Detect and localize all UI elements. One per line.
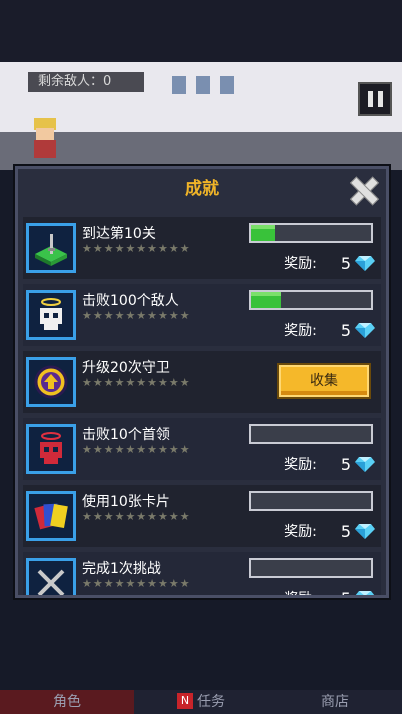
star-rating: ★★★★★★★★★★	[82, 510, 191, 523]
achievement-row: 升级20次守卫 ★★★★★★★★★★ 收集	[23, 351, 381, 413]
reward: 奖励: 5	[284, 588, 375, 595]
level-flag-icon	[26, 223, 76, 273]
achievement-name: 升级20次守卫	[82, 360, 170, 376]
tab-shop[interactable]: 商店	[268, 690, 402, 714]
window-icon	[172, 76, 186, 94]
bottom-tab-bar: 角色 N 任务 商店	[0, 690, 402, 714]
reward: 奖励: 5	[284, 320, 375, 340]
scene-floor	[0, 132, 402, 170]
reward-label: 奖励:	[284, 588, 317, 595]
red-skull-icon	[26, 424, 76, 474]
gem-icon	[355, 457, 375, 472]
dialog-header: 成就	[18, 169, 386, 209]
achievements-dialog: 成就 到达第10关 ★★★★★★★★★★ 奖励: 5 击败100个敌人 ★★★★…	[15, 166, 389, 598]
star-rating: ★★★★★★★★★★	[82, 577, 191, 590]
top-bar	[0, 0, 402, 62]
reward-label: 奖励:	[284, 323, 317, 339]
progress-bar	[249, 223, 373, 243]
reward: 奖励: 5	[284, 454, 375, 474]
gem-icon	[355, 591, 375, 595]
achievement-name: 击败100个敌人	[82, 293, 179, 309]
enemies-left-counter: 剩余敌人：0	[28, 72, 144, 92]
reward-label: 奖励:	[284, 256, 317, 272]
reward-value: 5	[341, 589, 351, 596]
gem-icon	[355, 256, 375, 271]
achievement-name: 完成1次挑战	[82, 561, 161, 577]
reward: 奖励: 5	[284, 253, 375, 273]
cards-icon	[26, 491, 76, 541]
window-icon	[220, 76, 234, 94]
upgrade-arrow-icon	[26, 357, 76, 407]
achievement-row: 使用10张卡片 ★★★★★★★★★★ 奖励: 5	[23, 485, 381, 547]
progress-bar	[249, 558, 373, 578]
reward-value: 5	[340, 253, 351, 273]
close-button[interactable]	[350, 177, 376, 203]
reward-label: 奖励:	[284, 457, 317, 473]
star-rating: ★★★★★★★★★★	[82, 443, 191, 456]
tab-quest[interactable]: N 任务	[134, 690, 268, 714]
achievement-row: 到达第10关 ★★★★★★★★★★ 奖励: 5	[23, 217, 381, 279]
progress-bar	[249, 290, 373, 310]
new-badge: N	[177, 693, 193, 709]
skull-halo-icon	[26, 290, 76, 340]
crossed-swords-icon	[26, 558, 76, 595]
reward: 奖励: 5	[284, 521, 375, 541]
reward-value: 5	[340, 454, 351, 474]
window-icon	[196, 76, 210, 94]
star-rating: ★★★★★★★★★★	[82, 242, 191, 255]
progress-bar	[249, 424, 373, 444]
star-rating: ★★★★★★★★★★	[82, 376, 191, 389]
pause-icon	[367, 91, 373, 107]
achievement-row: 完成1次挑战 ★★★★★★★★★★ 奖励: 5	[23, 552, 381, 595]
hero-sprite	[30, 118, 60, 158]
tab-quest-label: 任务	[197, 694, 225, 710]
progress-bar	[249, 491, 373, 511]
achievement-name: 击败10个首领	[82, 427, 170, 443]
reward-value: 5	[340, 521, 351, 541]
collect-button[interactable]: 收集	[279, 365, 369, 397]
achievement-name: 到达第10关	[82, 226, 156, 242]
achievement-name: 使用10张卡片	[82, 494, 170, 510]
dialog-title: 成就	[185, 179, 219, 199]
achievement-list[interactable]: 到达第10关 ★★★★★★★★★★ 奖励: 5 击败100个敌人 ★★★★★★★…	[23, 217, 381, 595]
star-rating: ★★★★★★★★★★	[82, 309, 191, 322]
gem-icon	[355, 323, 375, 338]
reward-label: 奖励:	[284, 524, 317, 540]
achievement-row: 击败100个敌人 ★★★★★★★★★★ 奖励: 5	[23, 284, 381, 346]
pause-button[interactable]	[358, 82, 392, 116]
tab-hero[interactable]: 角色	[0, 690, 134, 714]
gem-icon	[355, 524, 375, 539]
achievement-row: 击败10个首领 ★★★★★★★★★★ 奖励: 5	[23, 418, 381, 480]
reward-value: 5	[340, 320, 351, 340]
